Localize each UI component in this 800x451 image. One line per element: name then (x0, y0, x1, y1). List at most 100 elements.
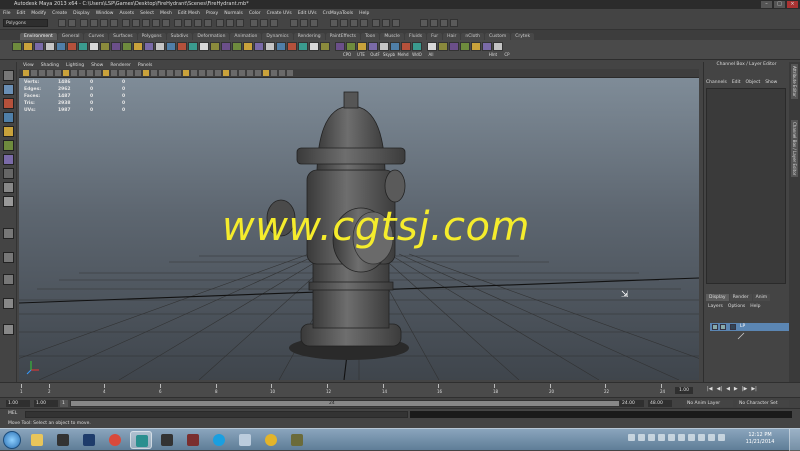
menu-item-proxy[interactable]: Proxy (206, 11, 218, 16)
viewport-toolbar-icon[interactable] (111, 70, 117, 76)
shelf-tab-fluids[interactable]: Fluids (404, 33, 427, 40)
start-button[interactable] (3, 431, 21, 449)
viewport-toolbar-icon[interactable] (175, 70, 181, 76)
shelf-tool-icon[interactable] (493, 42, 503, 51)
status-line-button[interactable] (260, 19, 268, 27)
shelf-tool-icon[interactable] (133, 42, 143, 51)
shelf-tool-icon[interactable] (166, 42, 176, 51)
viewport-toolbar-icon[interactable] (135, 70, 141, 76)
shelf-tool-icon[interactable] (287, 42, 297, 51)
network-icon[interactable] (708, 434, 715, 441)
menu-item-window[interactable]: Window (96, 11, 114, 16)
show-desktop-button[interactable] (789, 429, 800, 451)
shelf-tool-icon[interactable] (155, 42, 165, 51)
status-line-button[interactable] (68, 19, 76, 27)
viewport-toolbar-icon[interactable] (215, 70, 221, 76)
shelf-tab-muscle[interactable]: Muscle (380, 33, 404, 40)
status-line-button[interactable] (270, 19, 278, 27)
shelf-tab-deformation[interactable]: Deformation (193, 33, 230, 40)
viewport-toolbar-icon[interactable] (247, 70, 253, 76)
skype-taskbar-icon[interactable] (208, 431, 230, 449)
shelf-tool-icon[interactable] (390, 42, 400, 51)
shelf-tool-icon[interactable] (265, 42, 275, 51)
channel-box-area[interactable] (706, 88, 786, 284)
layer-menu-options[interactable]: Options (728, 304, 745, 309)
status-line-button[interactable] (290, 19, 298, 27)
status-line-button[interactable] (360, 19, 368, 27)
unity-taskbar-icon[interactable] (52, 431, 74, 449)
shelf-label-wdo[interactable]: WdO (410, 52, 424, 57)
viewport-toolbar-icon[interactable] (103, 70, 109, 76)
shelf-tab-surfaces[interactable]: Surfaces (109, 33, 137, 40)
status-line-button[interactable] (226, 19, 234, 27)
shelf-tool-icon[interactable] (210, 42, 220, 51)
shelf-tab-polygons[interactable]: Polygons (137, 33, 166, 40)
viewport-menu-renderer[interactable]: Renderer (110, 63, 131, 68)
shelf-tool-icon[interactable] (221, 42, 231, 51)
viewport-toolbar-icon[interactable] (47, 70, 53, 76)
layer-row[interactable]: LP (710, 323, 789, 331)
layer-menu-help[interactable]: Help (750, 304, 760, 309)
viewport-toolbar-icon[interactable] (271, 70, 277, 76)
shelf-tool-icon[interactable] (379, 42, 389, 51)
status-line-button[interactable] (340, 19, 348, 27)
status-line-button[interactable] (132, 19, 140, 27)
toolbox-tool-icon[interactable] (3, 70, 14, 81)
status-line-button[interactable] (100, 19, 108, 27)
viewport-toolbar-icon[interactable] (143, 70, 149, 76)
viewport-toolbar-icon[interactable] (167, 70, 173, 76)
shelf-tool-icon[interactable] (401, 42, 411, 51)
viewport-toolbar-icon[interactable] (231, 70, 237, 76)
shelf-tab-dynamics[interactable]: Dynamics (262, 33, 293, 40)
shelf-tab-subdivs[interactable]: Subdivs (166, 33, 193, 40)
status-line-button[interactable] (430, 19, 438, 27)
viewport-toolbar-icon[interactable] (159, 70, 165, 76)
shelf-label-cp[interactable]: CP (500, 52, 514, 57)
menu-item-create[interactable]: Create (52, 11, 67, 16)
shelf-tool-icon[interactable] (412, 42, 422, 51)
viewport-toolbar-icon[interactable] (263, 70, 269, 76)
shelf-tool-icon[interactable] (335, 42, 345, 51)
status-line-button[interactable] (372, 19, 380, 27)
viewport-toolbar-icon[interactable] (223, 70, 229, 76)
viewport-toolbar-icon[interactable] (55, 70, 61, 76)
go-to-start-icon[interactable]: |◀ (707, 386, 713, 392)
shelf-tool-icon[interactable] (298, 42, 308, 51)
toolbox-tool-icon[interactable] (3, 140, 14, 151)
shelf-tab-hair[interactable]: Hair (443, 33, 461, 40)
shelf-tool-icon[interactable] (243, 42, 253, 51)
step-forward-icon[interactable]: |▶ (742, 386, 748, 392)
viewport-menu-panels[interactable]: Panels (138, 63, 152, 68)
viewport-toolbar-icon[interactable] (63, 70, 69, 76)
range-handle-start[interactable]: 1 (60, 400, 68, 407)
viewport-toolbar-icon[interactable] (39, 70, 45, 76)
shelf-tool-icon[interactable] (346, 42, 356, 51)
status-line-button[interactable] (122, 19, 130, 27)
menu-item-modify[interactable]: Modify (31, 11, 46, 16)
shelf-tool-icon[interactable] (188, 42, 198, 51)
viewport-toolbar-icon[interactable] (151, 70, 157, 76)
photoshop-taskbar-icon[interactable] (78, 431, 100, 449)
shelf-tool-icon[interactable] (122, 42, 132, 51)
viewport-toolbar-icon[interactable] (207, 70, 213, 76)
end-time-field[interactable]: 48.00 (648, 400, 672, 407)
status-line-button[interactable] (350, 19, 358, 27)
shelf-tool-icon[interactable] (67, 42, 77, 51)
tray-icon[interactable] (628, 434, 635, 441)
channel-menu-show[interactable]: Show (765, 80, 777, 85)
character-set-dropdown[interactable]: No Character Set (737, 400, 789, 407)
viewport-toolbar-icon[interactable] (95, 70, 101, 76)
viewport-toolbar-icon[interactable] (119, 70, 125, 76)
status-line-button[interactable] (440, 19, 448, 27)
menu-set-dropdown[interactable]: Polygons (3, 19, 48, 27)
toolbox-tool-icon[interactable] (3, 196, 14, 207)
viewport-toolbar-icon[interactable] (199, 70, 205, 76)
viewport-toolbar-icon[interactable] (79, 70, 85, 76)
toolbox-tool-icon[interactable] (3, 298, 14, 309)
shelf-label-outf[interactable]: OutF (368, 52, 382, 57)
menu-item-display[interactable]: Display (73, 11, 90, 16)
tray-icon[interactable] (678, 434, 685, 441)
layer-visibility-toggle[interactable] (712, 324, 718, 330)
menu-item-edit[interactable]: Edit (17, 11, 26, 16)
menu-item-select[interactable]: Select (140, 11, 154, 16)
